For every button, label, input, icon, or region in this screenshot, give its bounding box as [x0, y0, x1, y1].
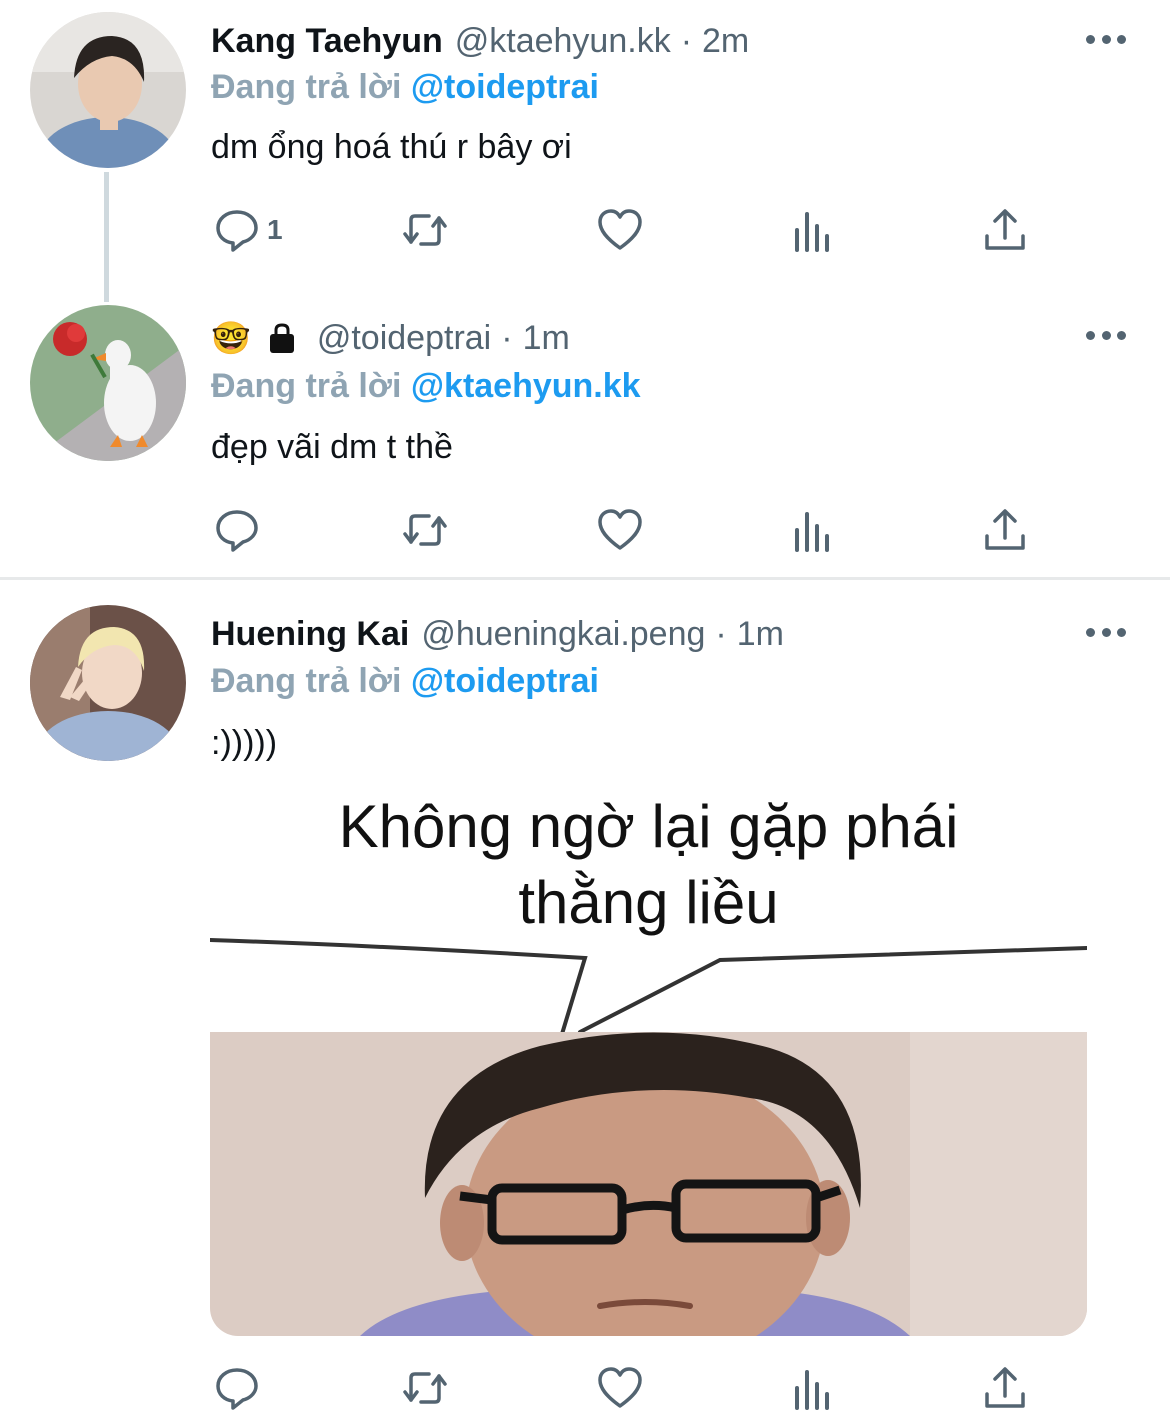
- retweet-button[interactable]: [401, 205, 449, 255]
- replying-to: Đang trả lời @toideptrai: [211, 662, 599, 701]
- mention-link[interactable]: @ktaehyun.kk: [411, 367, 641, 405]
- tweet-header: 🤓 @toideptrai · 1m: [211, 315, 570, 361]
- separator: ·: [680, 21, 693, 60]
- heart-icon: [598, 1367, 642, 1408]
- tweet-header: Huening Kai @hueningkai.peng · 1m: [211, 611, 784, 657]
- share-upload-icon: [985, 509, 1025, 550]
- replying-to: Đang trả lời @ktaehyun.kk: [211, 367, 641, 406]
- tweet-media-image[interactable]: Không ngờ lại gặp phái thằng liều: [210, 778, 1087, 1336]
- display-name[interactable]: Kang Taehyun: [211, 22, 443, 61]
- like-button[interactable]: [596, 205, 644, 255]
- share-button[interactable]: [981, 1363, 1029, 1413]
- action-bar: [211, 505, 1041, 555]
- retweet-button[interactable]: [401, 1363, 449, 1413]
- views-button[interactable]: [789, 205, 837, 255]
- tweet-text: đẹp vãi dm t thề: [211, 428, 453, 466]
- reply-button[interactable]: [213, 505, 261, 555]
- share-upload-icon: [985, 209, 1025, 250]
- tweet-text: :))))): [211, 724, 278, 762]
- avatar[interactable]: [30, 305, 186, 461]
- reply-bubble-icon: [216, 510, 258, 552]
- tweet-header: Kang Taehyun @ktaehyun.kk · 2m: [211, 18, 749, 64]
- more-dots-icon[interactable]: [1086, 328, 1126, 342]
- replying-to-label: Đang trả lời: [211, 68, 402, 106]
- replying-to-label: Đang trả lời: [211, 662, 402, 700]
- meme-caption-line2: thằng liều: [518, 869, 779, 936]
- tweet-ktaehyun[interactable]: Kang Taehyun @ktaehyun.kk · 2m Đang trả …: [0, 0, 1170, 302]
- action-bar: [211, 1363, 1041, 1413]
- heart-icon: [598, 509, 642, 550]
- reply-count: 1: [267, 214, 283, 245]
- retweet-icon: [403, 1372, 447, 1404]
- reply-bubble-icon: [216, 210, 258, 252]
- like-button[interactable]: [596, 505, 644, 555]
- handle[interactable]: @ktaehyun.kk: [455, 22, 671, 61]
- lock-icon: [265, 321, 299, 355]
- tweet-toideptrai[interactable]: 🤓 @toideptrai · 1m Đang trả lời @ktaehyu…: [0, 300, 1170, 578]
- views-button[interactable]: [789, 1363, 837, 1413]
- share-upload-icon: [985, 1367, 1025, 1408]
- analytics-bars-icon: [795, 212, 829, 252]
- avatar-photo-icon: [30, 12, 186, 168]
- timestamp[interactable]: 1m: [737, 615, 784, 654]
- handle[interactable]: @toideptrai: [317, 319, 491, 358]
- meme-caption-line1: Không ngờ lại gặp phái: [338, 793, 959, 860]
- heart-icon: [598, 209, 642, 250]
- thread-line: [104, 172, 109, 302]
- avatar-photo-icon: [30, 605, 186, 761]
- timestamp[interactable]: 2m: [702, 22, 749, 61]
- analytics-bars-icon: [795, 1370, 829, 1410]
- avatar[interactable]: [30, 605, 186, 761]
- timestamp[interactable]: 1m: [523, 319, 570, 358]
- action-bar: 1: [211, 205, 1041, 255]
- more-dots-icon[interactable]: [1086, 32, 1126, 46]
- like-button[interactable]: [596, 1363, 644, 1413]
- display-name[interactable]: Huening Kai: [211, 615, 409, 654]
- replying-to: Đang trả lời @toideptrai: [211, 68, 599, 107]
- tweet-text: dm ổng hoá thú r bây ơi: [211, 128, 572, 166]
- separator: ·: [715, 614, 727, 653]
- mention-link[interactable]: @toideptrai: [411, 662, 599, 700]
- more-dots-icon[interactable]: [1086, 625, 1126, 639]
- avatar[interactable]: [30, 12, 186, 168]
- reply-button[interactable]: [213, 1363, 261, 1413]
- share-button[interactable]: [981, 505, 1029, 555]
- views-button[interactable]: [789, 505, 837, 555]
- mention-link[interactable]: @toideptrai: [411, 68, 599, 106]
- goose-with-rose-avatar: [30, 305, 186, 461]
- reply-button[interactable]: 1: [213, 205, 283, 255]
- reply-bubble-icon: [216, 1368, 258, 1410]
- share-button[interactable]: [981, 205, 1029, 255]
- retweet-button[interactable]: [401, 505, 449, 555]
- retweet-icon: [403, 214, 447, 246]
- handle[interactable]: @hueningkai.peng: [421, 615, 705, 654]
- analytics-bars-icon: [795, 512, 829, 552]
- nerd-face-icon: 🤓: [211, 320, 251, 356]
- replying-to-label: Đang trả lời: [211, 367, 402, 405]
- retweet-icon: [403, 514, 447, 546]
- separator: ·: [501, 318, 513, 357]
